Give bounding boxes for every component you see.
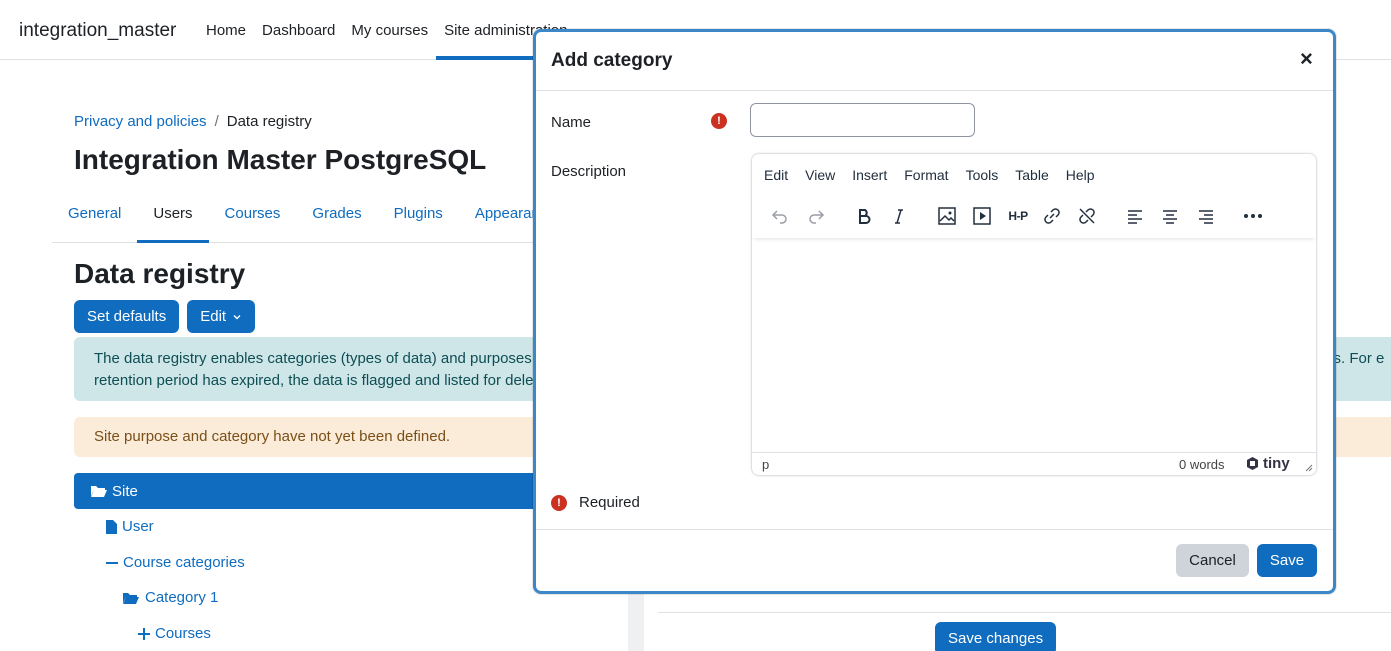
menu-tools[interactable]: Tools [966, 167, 999, 183]
name-label: Name [551, 114, 592, 131]
modal-header: Add category × [536, 32, 1333, 91]
modal-footer-divider [536, 529, 1333, 530]
tiny-logo-icon [1247, 457, 1258, 470]
add-category-modal: Add category × Name ! Description Edit V… [533, 29, 1336, 594]
italic-icon[interactable] [887, 204, 911, 228]
link-icon[interactable] [1040, 204, 1064, 228]
align-left-icon[interactable] [1123, 204, 1147, 228]
word-count[interactable]: 0 words [1179, 457, 1225, 472]
name-input[interactable] [750, 103, 975, 137]
menu-help[interactable]: Help [1066, 167, 1095, 183]
required-icon: ! [711, 113, 727, 129]
redo-icon[interactable] [804, 204, 828, 228]
required-icon: ! [551, 494, 567, 511]
description-label: Description [551, 163, 627, 180]
editor-toolbar: H-P [752, 194, 1316, 238]
h5p-label: H-P [1008, 209, 1028, 223]
menu-edit[interactable]: Edit [764, 167, 788, 183]
menu-view[interactable]: View [805, 167, 835, 183]
cancel-button[interactable]: Cancel [1176, 544, 1249, 577]
editor-menubar: Edit View Insert Format Tools Table Help [764, 167, 1095, 183]
h5p-icon[interactable]: H-P [1005, 204, 1031, 228]
menu-insert[interactable]: Insert [852, 167, 887, 183]
save-button[interactable]: Save [1257, 544, 1317, 577]
more-icon[interactable] [1241, 204, 1265, 228]
unlink-icon[interactable] [1075, 204, 1099, 228]
image-icon[interactable] [935, 204, 959, 228]
resize-handle-icon[interactable] [1303, 462, 1313, 472]
editor-content-area[interactable] [752, 238, 1316, 452]
tiny-brand-label: tiny [1263, 455, 1290, 472]
required-legend: ! Required [551, 494, 640, 511]
element-path[interactable]: p [762, 457, 769, 472]
menu-table[interactable]: Table [1015, 167, 1048, 183]
menu-format[interactable]: Format [904, 167, 948, 183]
undo-icon[interactable] [768, 204, 792, 228]
editor-statusbar: p 0 words tiny [752, 452, 1316, 475]
bold-icon[interactable] [852, 204, 876, 228]
rich-text-editor: Edit View Insert Format Tools Table Help [751, 153, 1317, 476]
media-icon[interactable] [970, 204, 994, 228]
required-text: Required [579, 494, 640, 511]
modal-title: Add category [551, 50, 673, 71]
tiny-brand[interactable]: tiny [1245, 455, 1290, 472]
close-icon[interactable]: × [1300, 48, 1313, 70]
align-right-icon[interactable] [1194, 204, 1218, 228]
align-center-icon[interactable] [1158, 204, 1182, 228]
